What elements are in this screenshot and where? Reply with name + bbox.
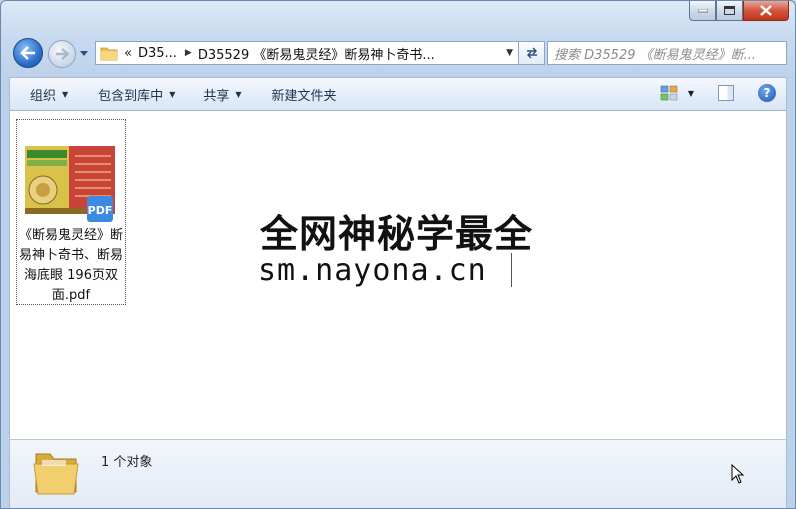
overflow-chevron[interactable]: «	[124, 46, 132, 61]
maximize-button[interactable]	[716, 1, 743, 21]
breadcrumb-current[interactable]: D35529 《断易鬼灵经》断易神卜奇书...	[198, 44, 435, 63]
breadcrumb-parent[interactable]: D35...	[138, 46, 177, 61]
include-in-library-menu[interactable]: 包含到库中 ▼	[98, 85, 175, 104]
chevron-down-icon	[80, 50, 88, 56]
address-bar[interactable]: « D35... ▶ D35529 《断易鬼灵经》断易神卜奇书... ▼	[95, 41, 519, 65]
file-list[interactable]: PDF 《断易鬼灵经》断易神卜奇书、断易海底眼 196页双面.pdf 全网神秘学…	[9, 111, 787, 439]
explorer-window: « D35... ▶ D35529 《断易鬼灵经》断易神卜奇书... ▼ 搜索 …	[0, 0, 796, 509]
folder-icon	[100, 47, 118, 61]
watermark-line2: sm.nayona.cn	[258, 253, 487, 288]
view-controls: ▼ ?	[660, 84, 776, 102]
minimize-icon	[697, 8, 708, 12]
pdf-badge: PDF	[88, 204, 113, 217]
chevron-down-icon: ▼	[62, 89, 69, 99]
share-label: 共享	[203, 88, 230, 104]
file-name[interactable]: 《断易鬼灵经》断易神卜奇书、断易海底眼 196页双面.pdf	[17, 226, 125, 306]
help-icon[interactable]: ?	[758, 84, 776, 102]
organize-menu[interactable]: 组织 ▼	[30, 85, 68, 104]
recent-pages-dropdown[interactable]	[78, 47, 90, 59]
close-icon	[760, 5, 772, 16]
maximize-icon	[724, 6, 735, 15]
forward-button[interactable]	[48, 40, 76, 68]
chevron-down-icon: ▼	[235, 89, 242, 99]
text-cursor	[511, 253, 512, 287]
pdf-thumbnail-icon: PDF	[25, 146, 115, 222]
chevron-down-icon: ▼	[169, 89, 176, 99]
watermark-image: 全网神秘学最全 sm.nayona.cn	[252, 195, 552, 303]
new-folder-label: 新建文件夹	[271, 88, 337, 104]
caption-buttons	[689, 1, 789, 21]
item-count: 1 个对象	[101, 455, 153, 470]
minimize-button[interactable]	[689, 1, 716, 21]
command-bar: 组织 ▼ 包含到库中 ▼ 共享 ▼ 新建文件夹 ▼ ?	[9, 77, 787, 111]
organize-label: 组织	[30, 88, 57, 104]
details-pane: 1 个对象	[9, 439, 787, 508]
include-in-library-label: 包含到库中	[98, 88, 164, 104]
arrow-right-icon	[56, 48, 69, 60]
mouse-pointer-icon	[731, 464, 745, 484]
new-folder-button[interactable]: 新建文件夹	[272, 85, 337, 104]
refresh-icon	[526, 47, 537, 59]
folder-icon	[33, 453, 79, 495]
search-input[interactable]: 搜索 D35529 《断易鬼灵经》断...	[547, 41, 787, 65]
search-placeholder: 搜索 D35529 《断易鬼灵经》断...	[554, 47, 757, 63]
file-item[interactable]: PDF 《断易鬼灵经》断易神卜奇书、断易海底眼 196页双面.pdf	[16, 119, 126, 305]
back-button[interactable]	[13, 38, 43, 68]
address-dropdown-icon[interactable]: ▼	[506, 48, 513, 58]
preview-pane-icon[interactable]	[718, 85, 734, 101]
view-options-dropdown[interactable]: ▼	[688, 89, 694, 98]
watermark-line1: 全网神秘学最全	[260, 212, 534, 256]
breadcrumb-separator-icon[interactable]: ▶	[185, 48, 192, 58]
navigation-row: « D35... ▶ D35529 《断易鬼灵经》断易神卜奇书... ▼ 搜索 …	[9, 38, 787, 70]
close-button[interactable]	[743, 1, 789, 21]
refresh-button[interactable]	[519, 41, 545, 65]
arrow-left-icon	[20, 46, 35, 60]
change-view-icon[interactable]	[660, 85, 678, 101]
share-menu[interactable]: 共享 ▼	[203, 85, 241, 104]
